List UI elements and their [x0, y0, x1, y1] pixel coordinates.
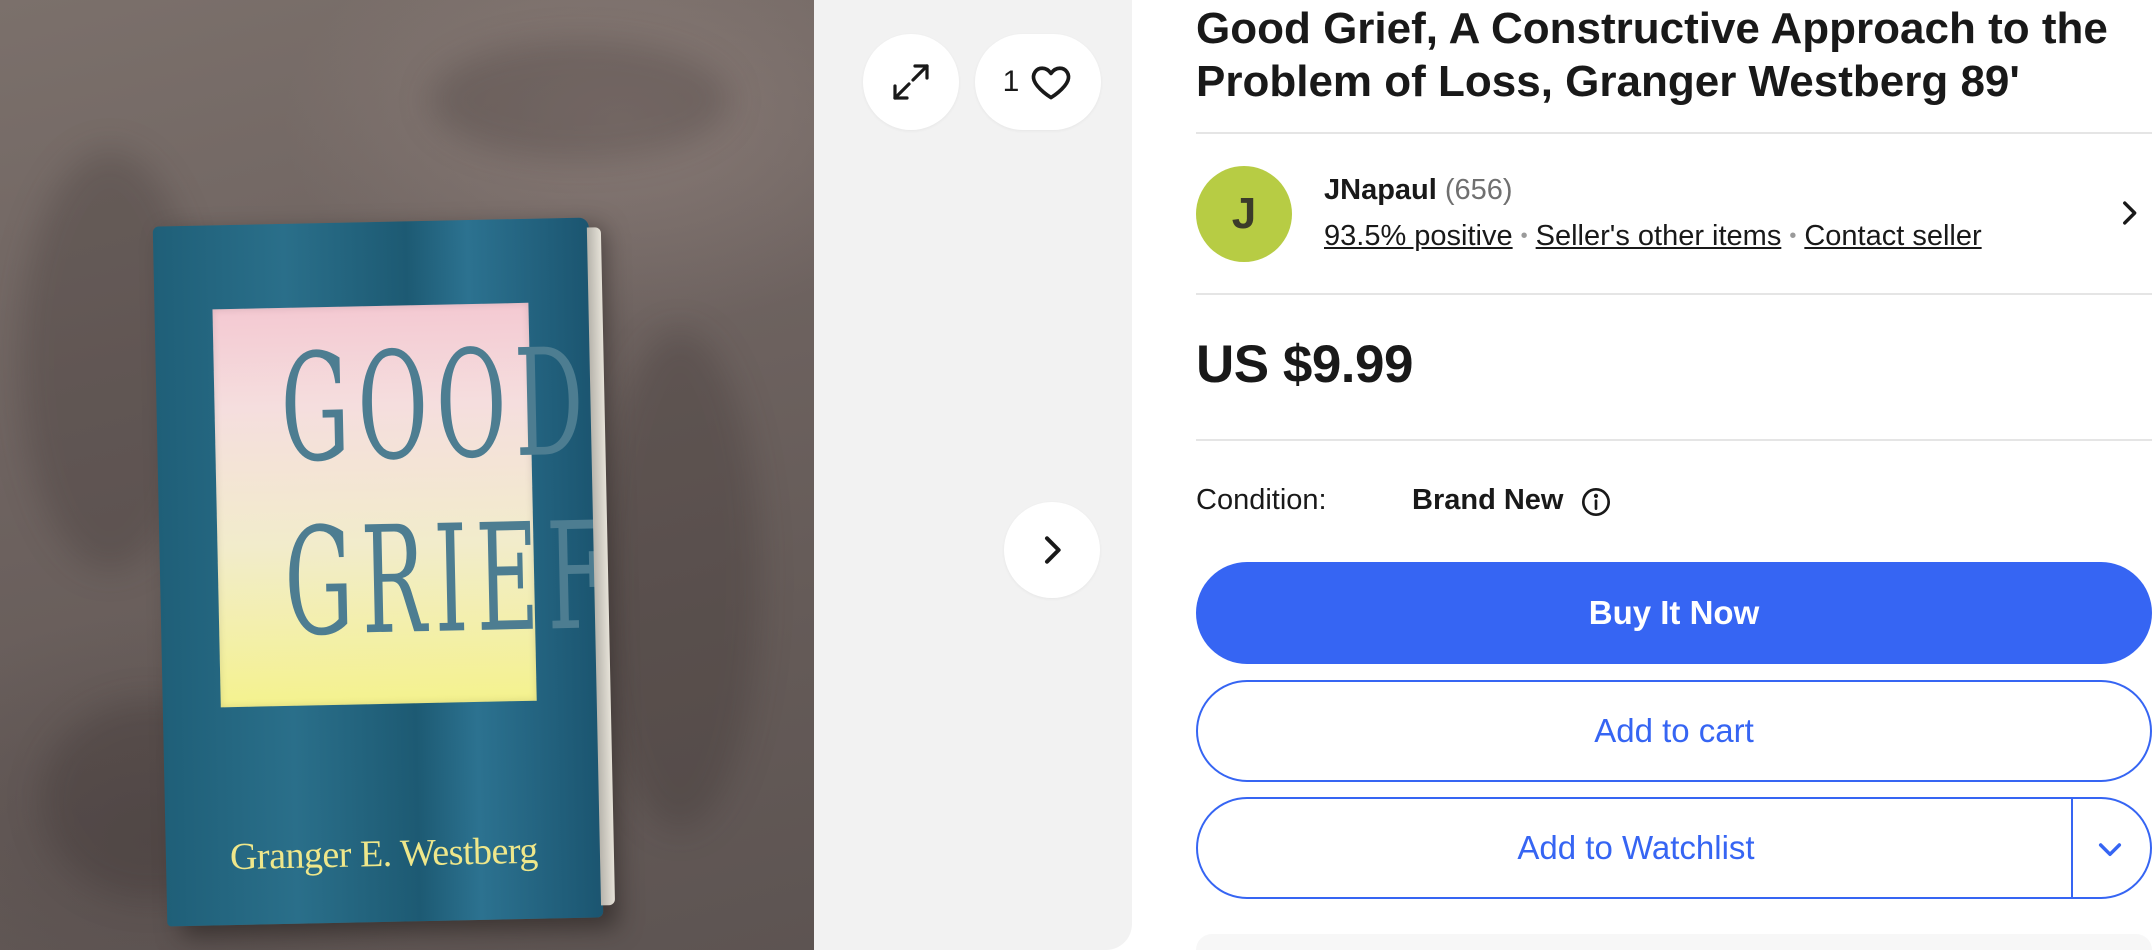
add-to-cart-button[interactable]: Add to cart — [1196, 680, 2152, 782]
book-title-panel: GOOD GRIEF — [212, 302, 617, 708]
listing-panel: Good Grief, A Constructive Approach to t… — [1196, 0, 2152, 950]
image-gallery: GOOD GRIEF Granger E. Westberg 1 — [0, 0, 1132, 950]
seller-links: 93.5% positive • Seller's other items • Cont… — [1324, 220, 1982, 253]
divider — [1196, 439, 2152, 441]
seller-card[interactable]: J JNapaul (656) 93.5% positive • Seller's o… — [1196, 166, 2152, 262]
price: US $9.99 — [1196, 335, 1413, 394]
add-to-watchlist-label: Add to Watchlist — [1517, 829, 1755, 866]
separator-dot: • — [1789, 225, 1797, 247]
book-cover: GOOD GRIEF Granger E. Westberg — [152, 217, 617, 927]
chevron-right-icon[interactable] — [2112, 196, 2146, 230]
divider — [1196, 293, 2152, 295]
watch-count-button[interactable]: 1 — [975, 34, 1101, 130]
add-to-watchlist-button[interactable]: Add to Watchlist — [1196, 797, 2152, 899]
expand-button[interactable] — [863, 34, 959, 130]
book-author: Granger E. Westberg — [229, 829, 539, 879]
seller-other-items-link[interactable]: Seller's other items — [1536, 220, 1782, 252]
separator-dot: • — [1520, 225, 1528, 247]
seller-name-row: JNapaul (656) — [1324, 174, 1513, 207]
product-photo[interactable]: GOOD GRIEF Granger E. Westberg — [0, 0, 814, 950]
chevron-down-icon[interactable] — [2094, 833, 2126, 865]
info-icon[interactable] — [1580, 486, 1612, 518]
seller-name[interactable]: JNapaul — [1324, 174, 1437, 206]
seller-avatar: J — [1196, 166, 1292, 262]
divider — [1196, 132, 2152, 134]
positive-feedback-link[interactable]: 93.5% positive — [1324, 220, 1513, 252]
fabric-fold — [600, 330, 760, 830]
heart-icon — [1032, 66, 1071, 100]
book-title-line2: GRIEF — [282, 490, 617, 669]
condition-label: Condition: — [1196, 484, 1327, 516]
chevron-right-icon — [1045, 536, 1061, 564]
next-section-edge — [1196, 934, 2152, 950]
listing-title: Good Grief, A Constructive Approach to t… — [1196, 4, 2108, 106]
buy-it-now-button[interactable]: Buy It Now — [1196, 562, 2152, 664]
seller-feedback-count: (656) — [1444, 174, 1513, 206]
fabric-fold — [430, 40, 730, 160]
button-split-divider — [2071, 799, 2073, 897]
expand-icon — [893, 64, 929, 100]
book-title-line1: GOOD — [279, 316, 594, 495]
contact-seller-link[interactable]: Contact seller — [1804, 220, 1981, 252]
next-image-button[interactable] — [1004, 502, 1100, 598]
condition-value: Brand New — [1412, 484, 1564, 516]
watch-count: 1 — [1002, 65, 1020, 98]
